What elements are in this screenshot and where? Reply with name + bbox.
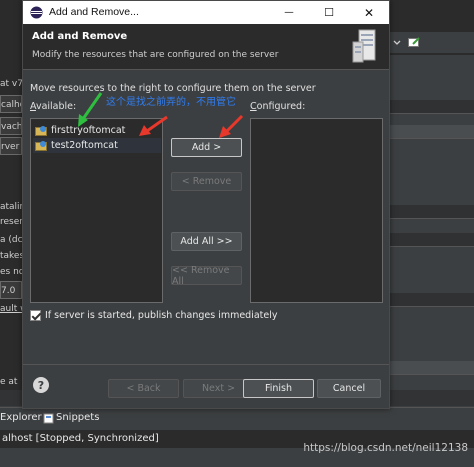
bg-row (390, 361, 474, 375)
help-icon[interactable]: ? (33, 377, 49, 393)
bg-text: at v7. (0, 79, 22, 89)
web-project-icon (35, 125, 47, 137)
wizard-title: Add and Remove (32, 31, 128, 42)
eclipse-icon (30, 6, 43, 19)
finish-button[interactable]: Finish (243, 379, 314, 398)
bg-text: e at (0, 377, 18, 387)
tab-explorer[interactable]: Explorer (0, 412, 42, 423)
configured-label: Configured: (250, 101, 306, 112)
bg-text: reser (0, 217, 22, 227)
bg-text: rver (0, 137, 22, 155)
list-item-label: test2oftomcat (51, 140, 118, 151)
annotation-arrow-green (78, 92, 103, 127)
bg-text[interactable]: ault w (0, 300, 22, 318)
bg-text: calho (0, 95, 22, 113)
bg-text: 7.0 (0, 281, 22, 299)
dialog-title: Add and Remove... (49, 6, 139, 18)
bg-text: vache (0, 117, 22, 135)
watermark: https://blog.csdn.net/neil12138 (303, 442, 468, 454)
ide-toolbar (390, 32, 474, 54)
cancel-button[interactable]: Cancel (317, 379, 381, 398)
publish-checkbox[interactable] (30, 310, 41, 321)
wizard-description: Modify the resources that are configured… (32, 50, 279, 60)
available-list[interactable]: firsttryoftomcat test2oftomcat (30, 118, 163, 303)
dialog-titlebar[interactable]: Add and Remove... — ☐ ✕ (23, 1, 389, 24)
back-button[interactable]: < Back (108, 379, 179, 398)
publish-checkbox-row[interactable]: If server is started, publish changes im… (30, 310, 278, 321)
remove-button[interactable]: < Remove (171, 172, 242, 191)
annotation-note: 这个是找之前弄的，不用管它 (106, 97, 236, 108)
bg-row (390, 293, 474, 307)
server-banner-icon (351, 28, 381, 66)
bg-row (390, 233, 474, 247)
wizard-header: Add and Remove Modify the resources that… (23, 24, 389, 70)
bg-text: es no (0, 267, 22, 277)
ide-left-pane: at v7. calho vache rver atalin reser a (… (0, 55, 22, 395)
annotation-arrow-red-right (219, 114, 244, 138)
add-remove-dialog: Add and Remove... — ☐ ✕ Add and Remove M… (22, 0, 390, 409)
list-item[interactable]: test2oftomcat (33, 138, 161, 153)
publish-checkbox-label: If server is started, publish changes im… (45, 310, 278, 321)
available-label: Available: (30, 101, 77, 112)
tab-snippets[interactable]: Snippets (56, 412, 99, 423)
ide-right-pane (390, 55, 474, 395)
toolbar-edit-icon[interactable] (408, 37, 420, 48)
web-project-icon (35, 140, 47, 152)
remove-all-button[interactable]: << Remove All (171, 265, 242, 287)
view-tabs: Explorer Snippets (0, 407, 474, 429)
snippets-icon (43, 413, 54, 427)
bg-row (390, 125, 474, 139)
bg-row (390, 100, 474, 114)
toolbar-dropdown-icon[interactable] (392, 37, 404, 48)
configured-list[interactable] (250, 118, 383, 303)
bg-row (390, 205, 474, 219)
minimize-button[interactable]: — (269, 1, 309, 24)
add-all-button[interactable]: Add All >> (171, 232, 242, 251)
maximize-button[interactable]: ☐ (309, 1, 349, 24)
close-button[interactable]: ✕ (349, 1, 389, 24)
annotation-arrow-red-left (139, 115, 168, 136)
footer-divider (23, 364, 389, 365)
